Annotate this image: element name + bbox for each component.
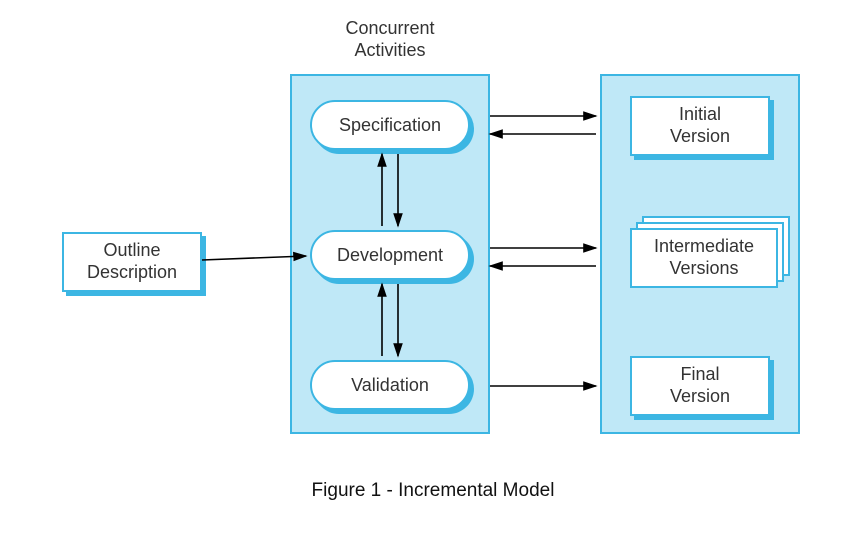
specification-node: Specification xyxy=(310,100,470,150)
figure-caption: Figure 1 - Incremental Model xyxy=(0,480,866,502)
outline-description-box: Outline Description xyxy=(62,232,202,292)
initial-version-box: Initial Version xyxy=(630,96,770,156)
concurrent-activities-title: Concurrent Activities xyxy=(300,18,480,61)
intermediate-versions-box: Intermediate Versions xyxy=(630,228,778,288)
validation-node: Validation xyxy=(310,360,470,410)
final-version-box: Final Version xyxy=(630,356,770,416)
diagram-canvas: Concurrent Activities Outline Descriptio… xyxy=(0,0,866,542)
development-node: Development xyxy=(310,230,470,280)
